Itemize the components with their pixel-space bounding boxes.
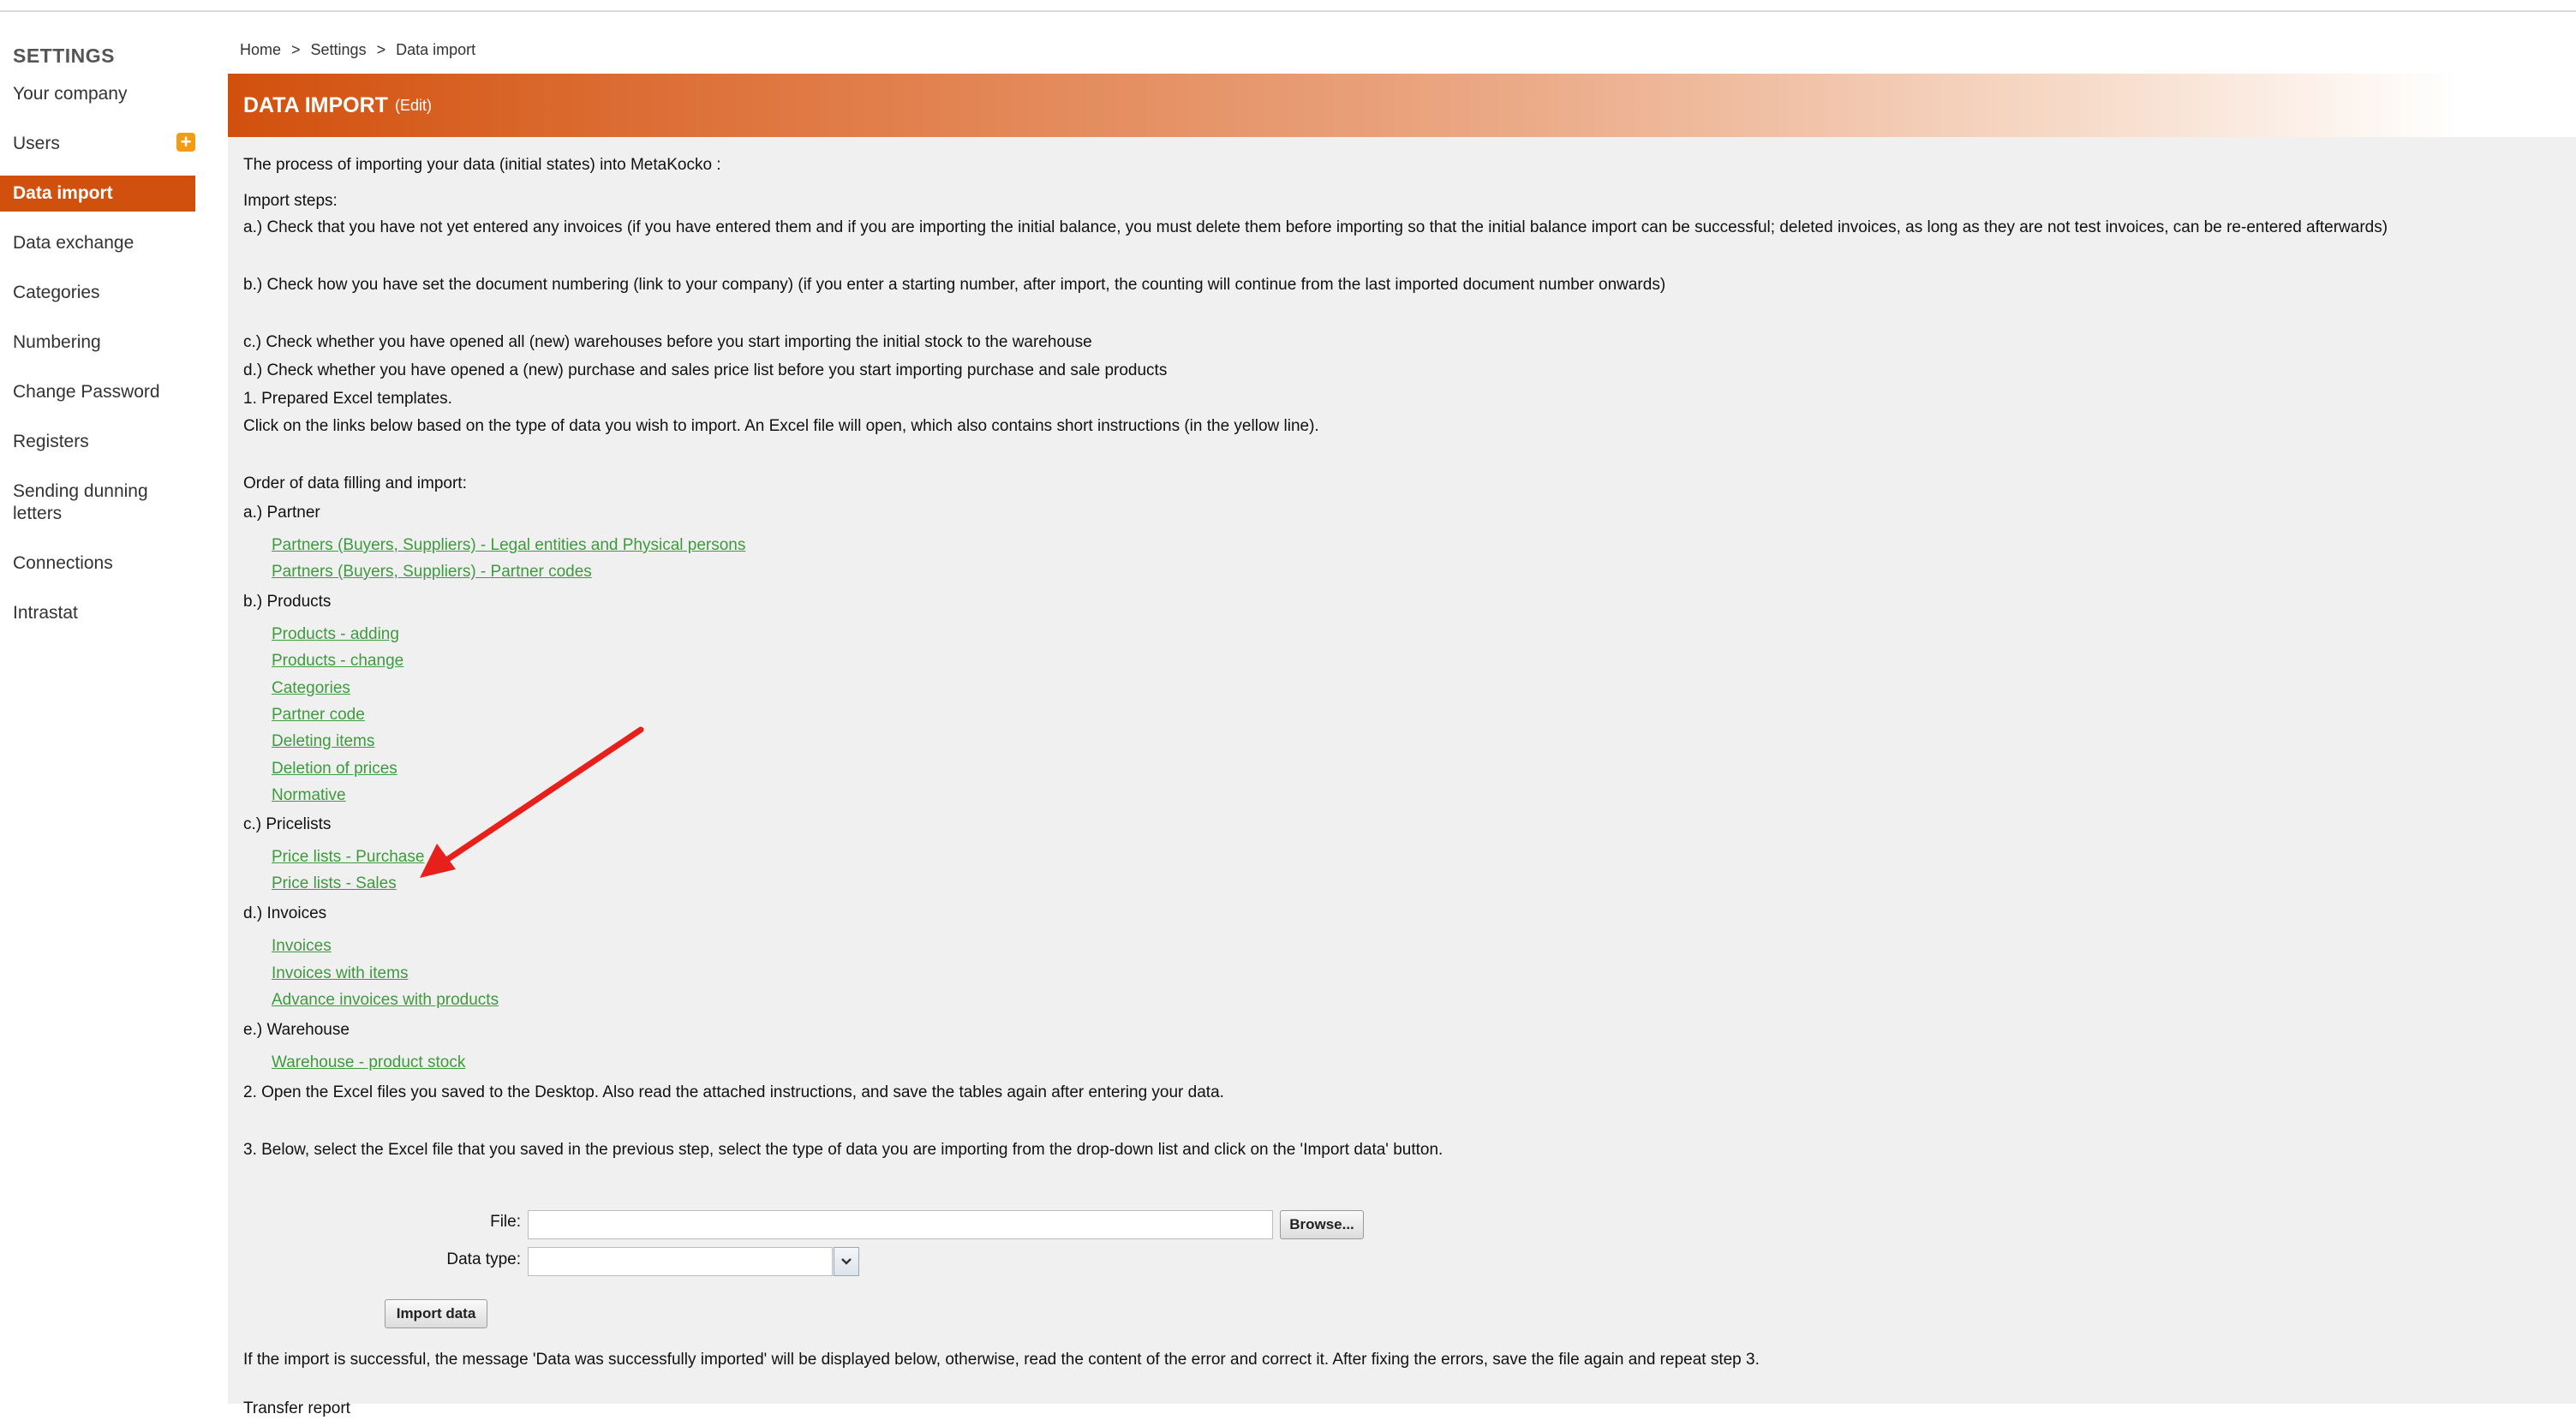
group-pricelists: c.) Pricelists: [243, 815, 332, 833]
settings-sidebar: SETTINGS Your company Users + Data import…: [0, 26, 199, 645]
browse-button[interactable]: Browse...: [1280, 1210, 1364, 1239]
data-type-label: Data type:: [446, 1250, 521, 1268]
page-title: DATA IMPORT: [243, 92, 388, 117]
link-price-lists-purchase[interactable]: Price lists - Purchase: [272, 846, 424, 868]
result-info-text: If the import is successful, the message…: [243, 1351, 1760, 1369]
steps-title: Import steps:: [243, 192, 338, 210]
order-title: Order of data filling and import:: [243, 474, 467, 492]
link-advance-invoices[interactable]: Advance invoices with products: [272, 989, 499, 1011]
link-normative[interactable]: Normative: [272, 785, 346, 807]
step-c-text: c.) Check whether you have opened all (n…: [243, 333, 1092, 351]
sidebar-item-your-company[interactable]: Your company: [0, 76, 199, 112]
link-products-change[interactable]: Products - change: [272, 650, 403, 672]
sidebar-item-registers[interactable]: Registers: [0, 424, 199, 460]
breadcrumb-separator: >: [291, 41, 301, 58]
link-invoices-with-items[interactable]: Invoices with items: [272, 963, 408, 985]
sidebar-item-intrastat[interactable]: Intrastat: [0, 595, 199, 631]
breadcrumb-current: Data import: [396, 41, 476, 58]
click-info-text: Click on the links below based on the ty…: [243, 417, 1319, 435]
step-3-text: 3. Below, select the Excel file that you…: [243, 1141, 1443, 1159]
link-products-adding[interactable]: Products - adding: [272, 623, 399, 646]
group-partner: a.) Partner: [243, 504, 320, 522]
step-a-text: a.) Check that you have not yet entered …: [243, 218, 2388, 236]
add-user-icon[interactable]: +: [176, 133, 195, 152]
group-invoices: d.) Invoices: [243, 904, 327, 922]
chevron-down-icon: [841, 1258, 852, 1265]
breadcrumb: Home > Settings > Data import: [240, 41, 475, 59]
edit-link[interactable]: (Edit): [395, 97, 432, 115]
data-type-dropdown-arrow[interactable]: [834, 1247, 859, 1276]
file-label: File:: [490, 1213, 521, 1231]
sidebar-item-categories[interactable]: Categories: [0, 275, 199, 311]
sidebar-title: SETTINGS: [13, 45, 116, 67]
link-deleting-items[interactable]: Deleting items: [272, 731, 374, 753]
sidebar-item-numbering[interactable]: Numbering: [0, 325, 199, 361]
step-d-text: d.) Check whether you have opened a (new…: [243, 361, 1168, 379]
sidebar-item-connections[interactable]: Connections: [0, 546, 199, 582]
breadcrumb-home[interactable]: Home: [240, 41, 281, 58]
sidebar-item-users[interactable]: Users +: [0, 126, 199, 162]
group-products: b.) Products: [243, 593, 332, 611]
main-panel: Home > Settings > Data import DATA IMPORT (E…: [228, 0, 2576, 1417]
link-invoices[interactable]: Invoices: [272, 935, 332, 958]
sidebar-item-sending-dunning-letters[interactable]: Sending dunning letters: [0, 474, 171, 532]
link-warehouse-product-stock[interactable]: Warehouse - product stock: [272, 1052, 465, 1074]
link-partner-code[interactable]: Partner code: [272, 704, 365, 726]
data-type-select[interactable]: [528, 1247, 833, 1276]
sidebar-item-change-password[interactable]: Change Password: [0, 374, 199, 410]
page-header: DATA IMPORT (Edit): [228, 74, 2576, 137]
transfer-report-title: Transfer report: [243, 1399, 350, 1417]
group-warehouse: e.) Warehouse: [243, 1021, 350, 1039]
step-2-text: 2. Open the Excel files you saved to the…: [243, 1083, 1224, 1101]
link-partners-codes[interactable]: Partners (Buyers, Suppliers) - Partner c…: [272, 561, 592, 583]
import-data-button[interactable]: Import data: [385, 1299, 487, 1328]
file-input[interactable]: [528, 1210, 1273, 1239]
sidebar-list: Your company Users + Data import Data exc…: [0, 76, 199, 631]
link-categories[interactable]: Categories: [272, 677, 350, 700]
intro-text: The process of importing your data (init…: [243, 156, 721, 174]
sidebar-item-data-exchange[interactable]: Data exchange: [0, 225, 199, 261]
link-partners-legal[interactable]: Partners (Buyers, Suppliers) - Legal ent…: [272, 534, 745, 557]
link-deletion-of-prices[interactable]: Deletion of prices: [272, 758, 397, 780]
step-b-text: b.) Check how you have set the document …: [243, 276, 1666, 294]
link-price-lists-sales[interactable]: Price lists - Sales: [272, 873, 397, 895]
breadcrumb-separator: >: [376, 41, 386, 58]
prepared-templates-text: 1. Prepared Excel templates.: [243, 390, 452, 408]
sidebar-item-data-import[interactable]: Data import: [0, 176, 195, 212]
breadcrumb-settings[interactable]: Settings: [311, 41, 367, 58]
